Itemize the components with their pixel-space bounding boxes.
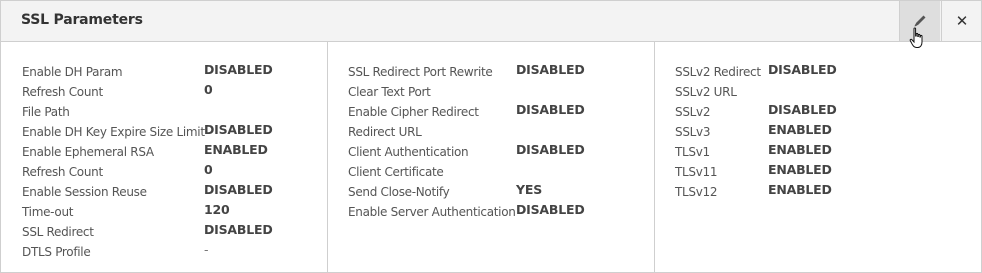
- parameter-value: DISABLED: [768, 102, 837, 117]
- parameter-row: Client Authentication DISABLED: [328, 142, 654, 163]
- parameter-value: DISABLED: [204, 182, 273, 197]
- panel-header: SSL Parameters ✕: [1, 1, 981, 42]
- parameter-value: DISABLED: [204, 122, 273, 137]
- parameter-row: Client Certificate: [328, 163, 654, 183]
- parameter-row: Enable Ephemeral RSA ENABLED: [1, 142, 327, 163]
- parameter-row: Time-out 120: [1, 202, 327, 223]
- parameter-label: Time-out: [22, 205, 74, 219]
- parameter-row: Redirect URL: [328, 123, 654, 143]
- parameter-row: Refresh Count 0: [1, 162, 327, 183]
- parameter-value: ENABLED: [768, 122, 832, 137]
- parameter-row: SSLv2 URL: [655, 83, 981, 103]
- parameter-row: Refresh Count 0: [1, 82, 327, 103]
- parameter-value: YES: [516, 182, 542, 197]
- hand-cursor-icon: [909, 27, 923, 48]
- parameter-value: ENABLED: [204, 142, 268, 157]
- parameter-row: Send Close-Notify YES: [328, 182, 654, 203]
- parameter-row: Enable Session Reuse DISABLED: [1, 182, 327, 203]
- parameter-label: DTLS Profile: [22, 245, 91, 259]
- column-1: Enable DH Param DISABLED Refresh Count 0 Fil…: [1, 42, 328, 272]
- parameter-label: TLSv11: [675, 165, 718, 179]
- parameter-label: Enable Server Authentication: [348, 205, 516, 219]
- parameter-value: DISABLED: [204, 222, 273, 237]
- parameter-row: File Path: [1, 103, 327, 123]
- parameter-row: SSL Redirect DISABLED: [1, 222, 327, 243]
- parameter-label: TLSv1: [675, 145, 710, 159]
- parameter-label: Redirect URL: [348, 125, 422, 139]
- parameter-value: -: [204, 242, 209, 257]
- parameter-label: Enable DH Param: [22, 65, 123, 79]
- parameter-label: SSLv2 URL: [675, 85, 737, 99]
- ssl-parameters-panel: SSL Parameters ✕ Enable DH Param DISABLED…: [0, 0, 982, 273]
- parameter-row: Enable Cipher Redirect DISABLED: [328, 102, 654, 123]
- parameter-label: SSL Redirect Port Rewrite: [348, 65, 493, 79]
- parameter-value: DISABLED: [516, 202, 585, 217]
- parameter-row: DTLS Profile -: [1, 242, 327, 263]
- parameter-value: DISABLED: [204, 62, 273, 77]
- parameter-row: Enable DH Param DISABLED: [1, 62, 327, 83]
- column-2: SSL Redirect Port Rewrite DISABLED Clear T…: [328, 42, 655, 272]
- parameter-value: ENABLED: [768, 142, 832, 157]
- parameter-value: 120: [204, 202, 230, 217]
- parameter-label: Client Authentication: [348, 145, 469, 159]
- column-3: SSLv2 Redirect DISABLED SSLv2 URL SSLv2 DISA…: [655, 42, 981, 272]
- parameter-value: 0: [204, 162, 213, 177]
- parameter-row: SSL Redirect Port Rewrite DISABLED: [328, 62, 654, 83]
- parameter-label: Enable Cipher Redirect: [348, 105, 479, 119]
- parameter-row: TLSv1 ENABLED: [655, 142, 981, 163]
- parameter-value: DISABLED: [768, 62, 837, 77]
- close-icon: ✕: [955, 12, 969, 30]
- parameter-label: Send Close-Notify: [348, 185, 450, 199]
- parameter-value: ENABLED: [768, 162, 832, 177]
- parameter-value: 0: [204, 82, 213, 97]
- parameter-label: Client Certificate: [348, 165, 444, 179]
- parameter-row: Clear Text Port: [328, 83, 654, 103]
- parameter-row: Enable DH Key Expire Size Limit DISABLED: [1, 122, 327, 143]
- parameter-value: DISABLED: [516, 62, 585, 77]
- parameter-value: ENABLED: [768, 182, 832, 197]
- parameter-label: Enable DH Key Expire Size Limit: [22, 125, 205, 139]
- parameter-label: SSLv2 Redirect: [675, 65, 761, 79]
- close-button[interactable]: ✕: [941, 1, 982, 41]
- parameter-label: Refresh Count: [22, 165, 103, 179]
- parameter-label: Clear Text Port: [348, 85, 431, 99]
- parameter-label: File Path: [22, 105, 70, 119]
- parameter-row: SSLv3 ENABLED: [655, 122, 981, 143]
- parameter-row: SSLv2 Redirect DISABLED: [655, 62, 981, 83]
- parameter-value: DISABLED: [516, 142, 585, 157]
- parameter-label: SSL Redirect: [22, 225, 94, 239]
- parameter-label: SSLv3: [675, 125, 711, 139]
- parameter-value: DISABLED: [516, 102, 585, 117]
- parameter-label: SSLv2: [675, 105, 711, 119]
- parameter-row: SSLv2 DISABLED: [655, 102, 981, 123]
- parameter-row: TLSv11 ENABLED: [655, 162, 981, 183]
- parameter-label: Enable Ephemeral RSA: [22, 145, 154, 159]
- panel-title: SSL Parameters: [21, 12, 143, 28]
- parameter-label: TLSv12: [675, 185, 718, 199]
- parameter-row: Enable Server Authentication DISABLED: [328, 202, 654, 223]
- parameter-label: Refresh Count: [22, 85, 103, 99]
- parameter-label: Enable Session Reuse: [22, 185, 147, 199]
- parameter-row: TLSv12 ENABLED: [655, 182, 981, 203]
